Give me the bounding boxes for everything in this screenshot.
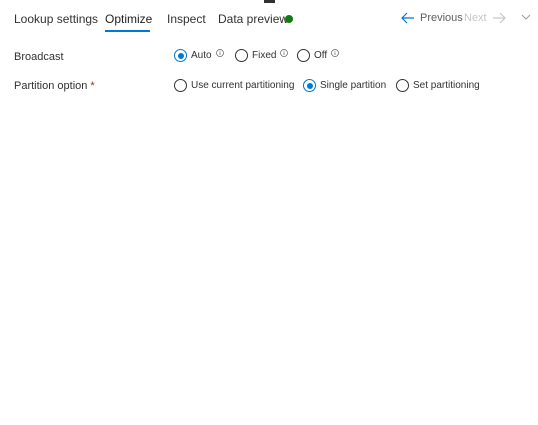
required-marker: * bbox=[90, 80, 95, 92]
broadcast-auto-radio[interactable]: Auto bbox=[174, 48, 224, 62]
chevron-down-icon[interactable] bbox=[520, 11, 532, 23]
partition-set-radio[interactable]: Set partitioning bbox=[396, 79, 480, 92]
broadcast-auto-label: Auto bbox=[191, 50, 212, 61]
radio-unchecked-icon bbox=[297, 49, 310, 62]
radio-checked-icon bbox=[174, 49, 187, 62]
radio-unchecked-icon bbox=[235, 49, 248, 62]
info-icon[interactable] bbox=[331, 48, 340, 57]
tab-data-preview[interactable]: Data preview bbox=[218, 11, 288, 27]
next-label: Next bbox=[464, 12, 487, 24]
tab-bar: Lookup settings Optimize Inspect Data pr… bbox=[0, 0, 538, 34]
broadcast-fixed-radio[interactable]: Fixed bbox=[235, 48, 289, 62]
tab-lookup-settings[interactable]: Lookup settings bbox=[14, 11, 98, 27]
active-tab-indicator bbox=[105, 30, 150, 32]
broadcast-off-label: Off bbox=[314, 50, 328, 61]
previous-label: Previous bbox=[420, 12, 463, 24]
radio-checked-icon bbox=[303, 79, 316, 92]
previous-button[interactable]: Previous bbox=[401, 9, 463, 27]
partition-single-label: Single partition bbox=[320, 80, 387, 91]
radio-unchecked-icon bbox=[396, 79, 409, 92]
partition-use-current-label: Use current partitioning bbox=[191, 80, 295, 91]
info-icon[interactable] bbox=[215, 48, 224, 57]
partition-option-text: Partition option bbox=[14, 80, 88, 92]
data-preview-status-icon bbox=[285, 15, 293, 23]
partition-single-radio[interactable]: Single partition bbox=[303, 79, 386, 92]
next-button[interactable]: Next bbox=[464, 9, 506, 27]
tab-inspect[interactable]: Inspect bbox=[167, 11, 206, 27]
partition-set-label: Set partitioning bbox=[413, 80, 480, 91]
arrow-left-icon bbox=[401, 12, 414, 24]
broadcast-label: Broadcast bbox=[14, 51, 64, 63]
broadcast-fixed-label: Fixed bbox=[252, 50, 277, 61]
partition-option-label: Partition option * bbox=[14, 80, 95, 92]
tab-optimize[interactable]: Optimize bbox=[105, 11, 152, 27]
arrow-right-icon bbox=[492, 12, 506, 24]
partition-use-current-radio[interactable]: Use current partitioning bbox=[174, 79, 294, 92]
broadcast-off-radio[interactable]: Off bbox=[297, 48, 340, 62]
info-icon[interactable] bbox=[280, 48, 289, 57]
radio-unchecked-icon bbox=[174, 79, 187, 92]
